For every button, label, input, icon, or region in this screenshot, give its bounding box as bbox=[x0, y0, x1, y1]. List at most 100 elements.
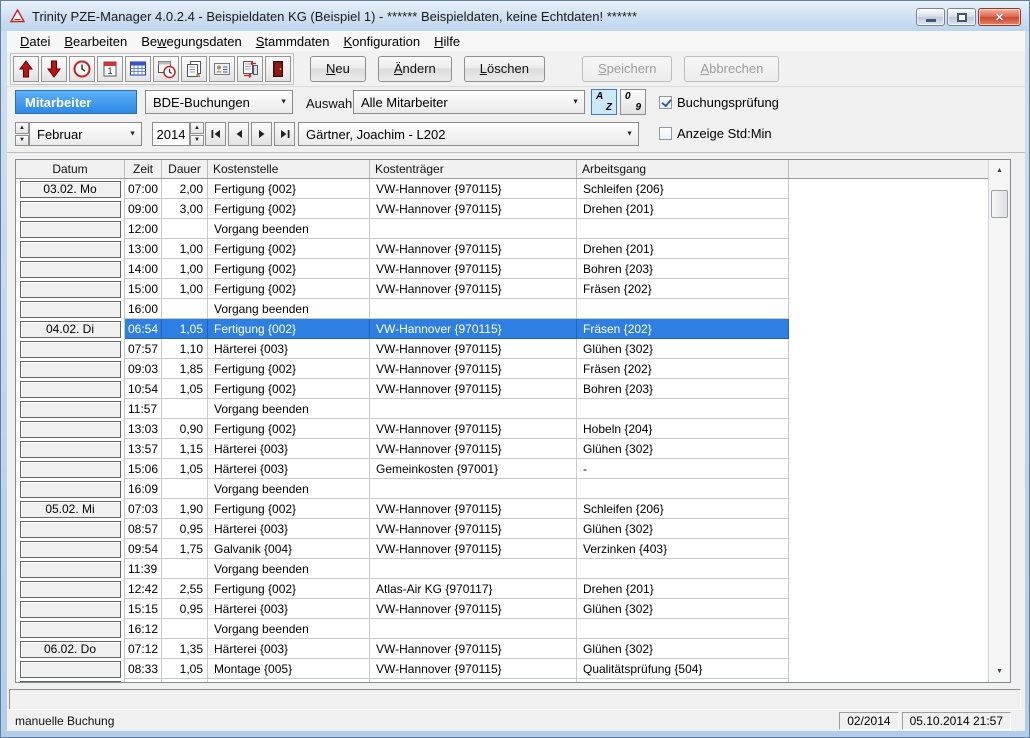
date-cell-button[interactable] bbox=[20, 301, 121, 318]
table-row[interactable]: 06.02. Do07:121,35Härterei {003}VW-Hanno… bbox=[16, 639, 988, 659]
date-cell-button[interactable]: 03.02. Mo bbox=[20, 181, 121, 198]
date-cell-button[interactable] bbox=[20, 241, 121, 258]
loschen-button[interactable]: Löschen bbox=[464, 56, 545, 82]
buchungspruefung-checkbox[interactable]: Buchungsprüfung bbox=[659, 95, 779, 110]
table-row[interactable]: 07:571,10Härterei {003}VW-Hannover {9701… bbox=[16, 339, 988, 359]
column-header-zeit[interactable]: Zeit bbox=[125, 160, 162, 178]
table-row[interactable] bbox=[16, 679, 988, 682]
table-row[interactable]: 04.02. Di06:541,05Fertigung {002}VW-Hann… bbox=[16, 319, 988, 339]
date-cell-button[interactable] bbox=[20, 421, 121, 438]
anzeige-stdmin-checkbox[interactable]: Anzeige Std:Min bbox=[659, 126, 772, 141]
sort-alphabetic-button[interactable]: A Z bbox=[591, 89, 617, 115]
date-cell-button[interactable] bbox=[20, 461, 121, 478]
date-cell-button[interactable] bbox=[20, 601, 121, 618]
year-field[interactable]: 2014 bbox=[152, 122, 190, 146]
tool-calendar-day-button[interactable]: 1 bbox=[97, 56, 123, 82]
maximize-button[interactable] bbox=[947, 8, 976, 26]
date-cell-button[interactable] bbox=[20, 561, 121, 578]
date-cell-button[interactable] bbox=[20, 261, 121, 278]
employee-record-dropdown[interactable]: Gärtner, Joachim - L202 ▼ bbox=[298, 122, 639, 146]
nav-next-button[interactable] bbox=[251, 122, 272, 146]
date-cell-button[interactable] bbox=[20, 221, 121, 238]
tool-arrow-up-button[interactable] bbox=[13, 56, 39, 82]
year-spin-down-button[interactable]: ▼ bbox=[190, 135, 204, 147]
table-row[interactable]: 15:150,95Härterei {003}VW-Hannover {9701… bbox=[16, 599, 988, 619]
tool-report-transfer-button[interactable] bbox=[237, 56, 263, 82]
date-cell-button[interactable] bbox=[20, 621, 121, 638]
andern-button[interactable]: Ändern bbox=[378, 56, 452, 82]
sort-numeric-button[interactable]: 0 9 bbox=[620, 89, 646, 115]
tool-person-card-button[interactable] bbox=[209, 56, 235, 82]
table-row[interactable]: 08:570,95Härterei {003}VW-Hannover {9701… bbox=[16, 519, 988, 539]
scroll-up-button[interactable]: ▲ bbox=[989, 162, 1010, 179]
table-row[interactable]: 16:00Vorgang beenden bbox=[16, 299, 988, 319]
column-header-dauer[interactable]: Dauer bbox=[162, 160, 208, 178]
date-cell-button[interactable] bbox=[20, 481, 121, 498]
tab-mitarbeiter[interactable]: Mitarbeiter bbox=[15, 90, 137, 114]
close-button[interactable]: ✕ bbox=[978, 8, 1021, 26]
tool-calendar-clock-button[interactable] bbox=[153, 56, 179, 82]
year-spin-up-button[interactable]: ▲ bbox=[190, 122, 204, 134]
table-row[interactable]: 16:09Vorgang beenden bbox=[16, 479, 988, 499]
table-row[interactable]: 13:001,00Fertigung {002}VW-Hannover {970… bbox=[16, 239, 988, 259]
table-row[interactable]: 08:331,05Montage {005}VW-Hannover {97011… bbox=[16, 659, 988, 679]
table-row[interactable]: 09:031,85Fertigung {002}VW-Hannover {970… bbox=[16, 359, 988, 379]
date-cell-button[interactable] bbox=[20, 521, 121, 538]
date-cell-button[interactable] bbox=[20, 581, 121, 598]
date-cell-button[interactable] bbox=[20, 341, 121, 358]
menu-datei[interactable]: Datei bbox=[13, 32, 57, 51]
tool-arrow-down-button[interactable] bbox=[41, 56, 67, 82]
table-row[interactable]: 12:422,55Fertigung {002}Atlas-Air KG {97… bbox=[16, 579, 988, 599]
date-cell-button[interactable] bbox=[20, 201, 121, 218]
table-row[interactable]: 12:00Vorgang beenden bbox=[16, 219, 988, 239]
minimize-button[interactable] bbox=[916, 8, 945, 26]
tool-copy-documents-button[interactable] bbox=[181, 56, 207, 82]
table-row[interactable]: 05.02. Mi07:031,90Fertigung {002}VW-Hann… bbox=[16, 499, 988, 519]
table-row[interactable]: 03.02. Mo07:002,00Fertigung {002}VW-Hann… bbox=[16, 179, 988, 199]
table-row[interactable]: 11:39Vorgang beenden bbox=[16, 559, 988, 579]
month-spin-down-button[interactable]: ▼ bbox=[15, 135, 29, 147]
vertical-scrollbar[interactable]: ▲ ▼ bbox=[988, 160, 1010, 682]
date-cell-button[interactable] bbox=[20, 381, 121, 398]
date-cell-button[interactable] bbox=[20, 681, 121, 683]
table-row[interactable]: 09:541,75Galvanik {004}VW-Hannover {9701… bbox=[16, 539, 988, 559]
date-cell-button[interactable] bbox=[20, 541, 121, 558]
menu-bewegungsdaten[interactable]: Bewegungsdaten bbox=[134, 32, 248, 51]
menu-bearbeiten[interactable]: Bearbeiten bbox=[57, 32, 134, 51]
app-icon[interactable] bbox=[9, 8, 26, 24]
tool-door-button[interactable] bbox=[265, 56, 291, 82]
tool-clock-button[interactable] bbox=[69, 56, 95, 82]
table-row[interactable]: 16:12Vorgang beenden bbox=[16, 619, 988, 639]
date-cell-button[interactable] bbox=[20, 281, 121, 298]
table-row[interactable]: 13:030,90Fertigung {002}VW-Hannover {970… bbox=[16, 419, 988, 439]
date-cell-button[interactable]: 06.02. Do bbox=[20, 641, 121, 658]
table-row[interactable]: 11:57Vorgang beenden bbox=[16, 399, 988, 419]
employee-filter-dropdown[interactable]: Alle Mitarbeiter ▼ bbox=[353, 90, 585, 114]
date-cell-button[interactable] bbox=[20, 661, 121, 678]
column-header-datum[interactable]: Datum bbox=[16, 160, 125, 178]
nav-first-button[interactable] bbox=[205, 122, 226, 146]
table-row[interactable]: 10:541,05Fertigung {002}VW-Hannover {970… bbox=[16, 379, 988, 399]
column-header-arbeitsgang[interactable]: Arbeitsgang bbox=[577, 160, 789, 178]
table-row[interactable]: 15:061,05Härterei {003}Gemeinkosten {970… bbox=[16, 459, 988, 479]
booking-type-dropdown[interactable]: BDE-Buchungen ▼ bbox=[145, 90, 293, 114]
scroll-down-button[interactable]: ▼ bbox=[989, 663, 1010, 680]
date-cell-button[interactable] bbox=[20, 361, 121, 378]
date-cell-button[interactable]: 04.02. Di bbox=[20, 321, 121, 338]
table-row[interactable]: 13:571,15Härterei {003}VW-Hannover {9701… bbox=[16, 439, 988, 459]
menu-konfiguration[interactable]: Konfiguration bbox=[336, 32, 427, 51]
tool-calendar-month-button[interactable] bbox=[125, 56, 151, 82]
menu-stammdaten[interactable]: Stammdaten bbox=[249, 32, 337, 51]
date-cell-button[interactable] bbox=[20, 441, 121, 458]
date-cell-button[interactable]: 05.02. Mi bbox=[20, 501, 121, 518]
menu-hilfe[interactable]: Hilfe bbox=[427, 32, 467, 51]
month-spin-up-button[interactable]: ▲ bbox=[15, 122, 29, 134]
table-row[interactable]: 14:001,00Fertigung {002}VW-Hannover {970… bbox=[16, 259, 988, 279]
column-header-kostenstelle[interactable]: Kostenstelle bbox=[208, 160, 370, 178]
scrollbar-thumb[interactable] bbox=[991, 190, 1008, 218]
month-dropdown[interactable]: Februar ▼ bbox=[29, 122, 142, 146]
table-row[interactable]: 15:001,00Fertigung {002}VW-Hannover {970… bbox=[16, 279, 988, 299]
nav-previous-button[interactable] bbox=[228, 122, 249, 146]
nav-last-button[interactable] bbox=[274, 122, 295, 146]
neu-button[interactable]: Neu bbox=[310, 56, 366, 82]
